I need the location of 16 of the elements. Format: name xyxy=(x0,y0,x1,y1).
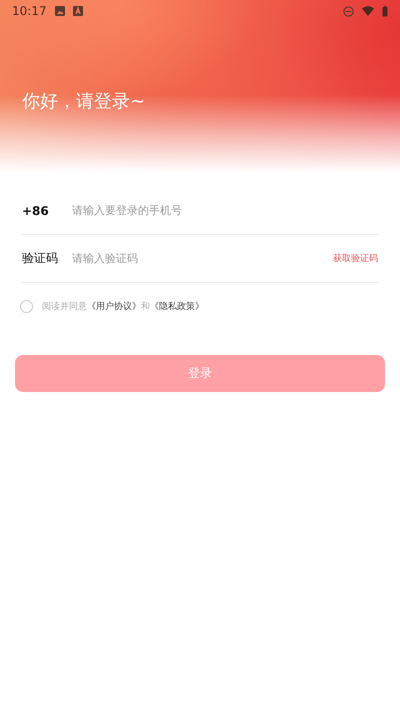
country-code[interactable]: +86 xyxy=(22,204,72,218)
code-label: 验证码 xyxy=(22,250,59,267)
get-code-link[interactable]: 获取验证码 xyxy=(333,252,378,265)
status-time: 10:17 xyxy=(12,4,47,18)
agree-checkbox[interactable] xyxy=(20,300,33,313)
agreement-link[interactable]: 《用户协议》 xyxy=(87,302,141,312)
agreement-link[interactable]: 《隐私政策》 xyxy=(150,302,204,312)
wifi-icon xyxy=(362,6,374,16)
do-not-disturb-icon xyxy=(343,6,354,16)
image-icon xyxy=(54,6,65,16)
a-icon xyxy=(72,6,83,16)
phone-input-field[interactable]: 请输入要登录的手机号 xyxy=(72,204,378,217)
code-input-field[interactable]: 请输入验证码 xyxy=(72,252,333,265)
agreement-text: 阅读并同意《用户协议》和《隐私政策》 xyxy=(42,300,204,313)
greeting-title: 你好，请登录~ xyxy=(22,90,146,113)
battery-icon xyxy=(382,6,388,16)
